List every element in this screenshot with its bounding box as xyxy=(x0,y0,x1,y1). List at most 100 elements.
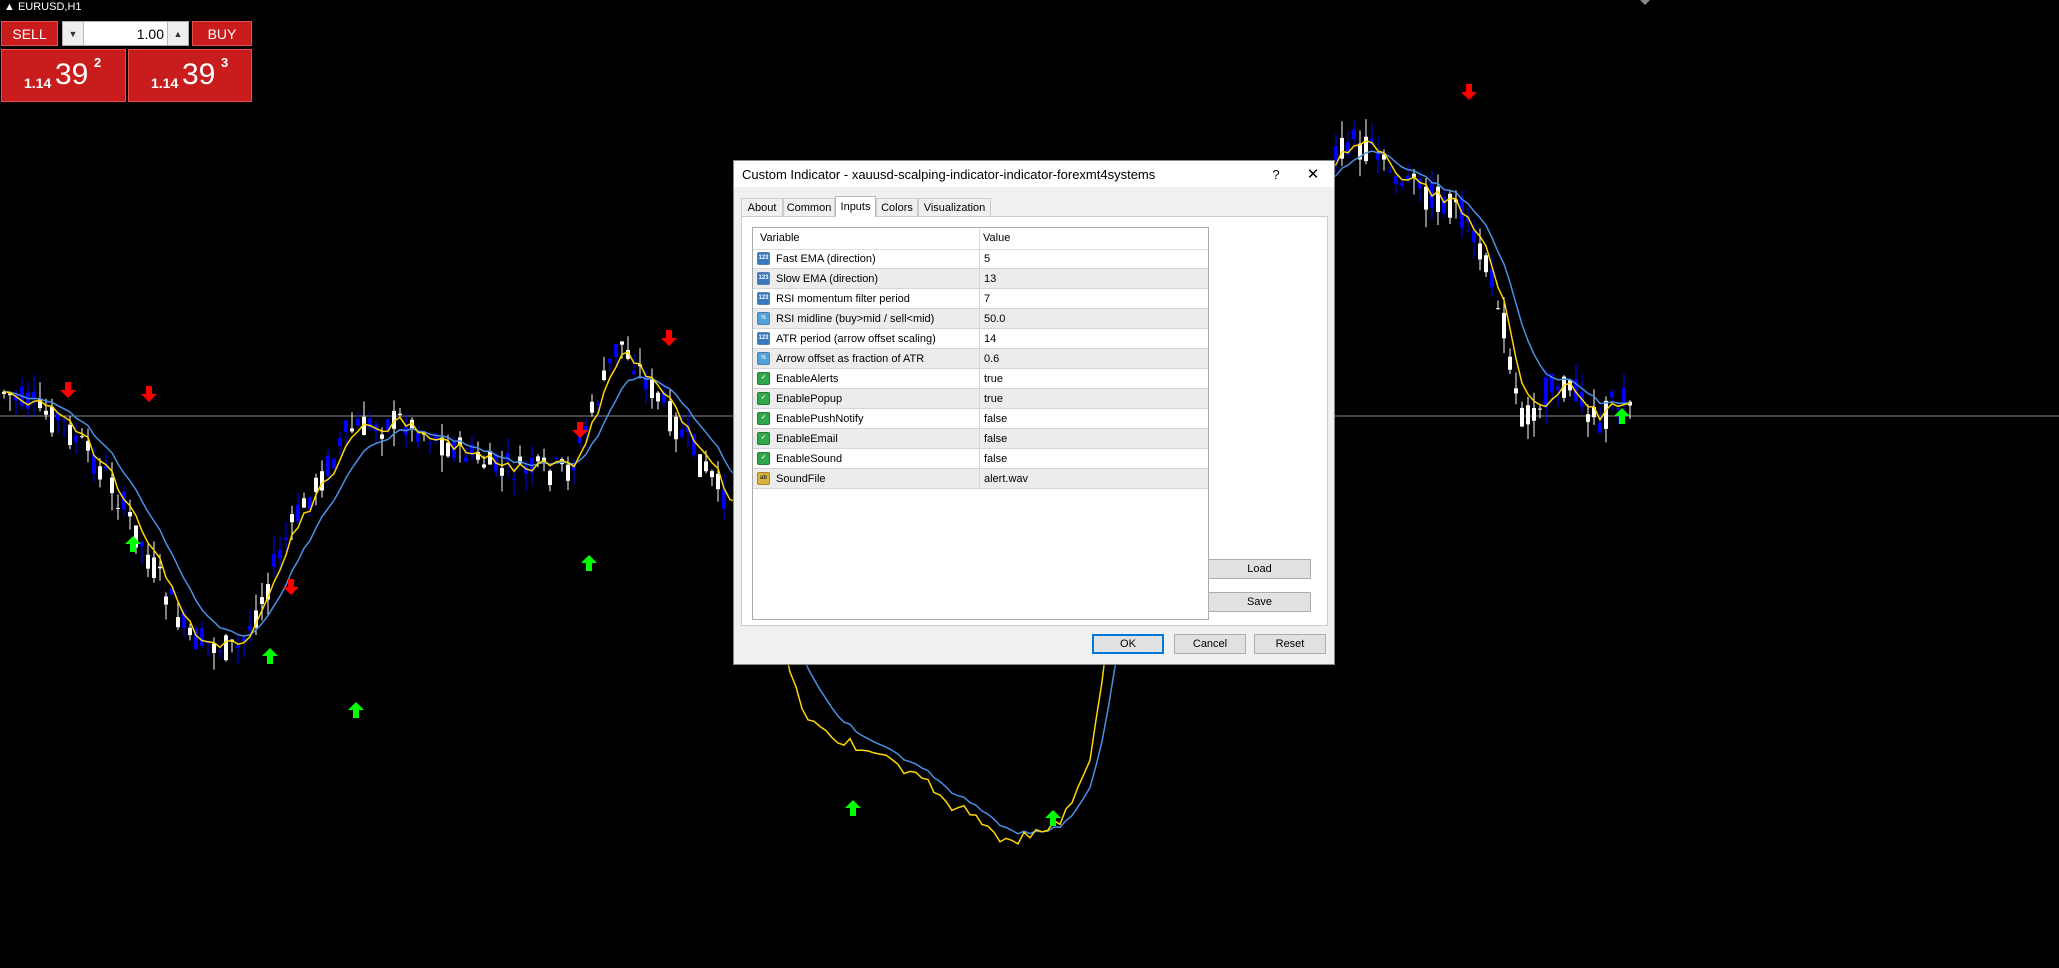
tab-common[interactable]: Common xyxy=(783,198,835,216)
tab-inputs[interactable]: Inputs xyxy=(835,196,876,217)
candle-body xyxy=(176,617,180,628)
parameter-value[interactable]: 50.0 xyxy=(984,313,1005,325)
cell-divider xyxy=(979,429,980,448)
candle-body xyxy=(596,403,600,406)
table-row[interactable]: ✓ EnableSound false xyxy=(753,449,1208,469)
table-row[interactable]: ✓ EnablePushNotify false xyxy=(753,409,1208,429)
parameter-value[interactable]: false xyxy=(984,433,1007,445)
ok-button[interactable]: OK xyxy=(1092,634,1164,654)
buy-button[interactable]: BUY xyxy=(192,21,252,46)
candle-body xyxy=(1532,408,1536,421)
candle-body xyxy=(1496,308,1500,310)
candle-body xyxy=(302,498,306,508)
cell-divider xyxy=(979,349,980,368)
table-row[interactable]: 123 Fast EMA (direction) 5 xyxy=(753,249,1208,269)
parameter-value[interactable]: 0.6 xyxy=(984,353,999,365)
candle-body xyxy=(218,650,222,653)
table-row[interactable]: ½ Arrow offset as fraction of ATR 0.6 xyxy=(753,349,1208,369)
bool-param-icon: ✓ xyxy=(757,452,770,465)
parameter-name: EnableAlerts xyxy=(776,373,839,385)
custom-indicator-dialog: Custom Indicator - xauusd-scalping-indic… xyxy=(733,160,1335,665)
candle-body xyxy=(482,464,486,468)
help-button[interactable]: ? xyxy=(1266,164,1286,184)
buy-price-button[interactable]: 1.14 39 3 xyxy=(128,49,252,102)
save-button[interactable]: Save xyxy=(1208,592,1311,612)
table-row[interactable]: ab SoundFile alert.wav xyxy=(753,469,1208,489)
candle-body xyxy=(1514,388,1518,394)
cell-divider xyxy=(979,329,980,348)
candle-body xyxy=(272,553,276,567)
table-row[interactable]: ½ RSI midline (buy>mid / sell<mid) 50.0 xyxy=(753,309,1208,329)
candle-body xyxy=(116,507,120,509)
column-header-variable[interactable]: Variable xyxy=(760,232,800,244)
candle-body xyxy=(602,370,606,381)
parameter-name: RSI midline (buy>mid / sell<mid) xyxy=(776,313,935,325)
tab-about[interactable]: About xyxy=(741,198,783,216)
double-param-icon: ½ xyxy=(757,312,770,325)
table-row[interactable]: ✓ EnablePopup true xyxy=(753,389,1208,409)
tab-visualization[interactable]: Visualization xyxy=(918,198,991,216)
sell-price-pips: 39 xyxy=(55,58,89,91)
candle-body xyxy=(1544,377,1548,408)
buy-signal-arrow-icon xyxy=(581,555,597,571)
candle-body xyxy=(1472,230,1476,242)
tab-colors[interactable]: Colors xyxy=(876,198,918,216)
candle-body xyxy=(1610,391,1614,397)
parameter-value[interactable]: false xyxy=(984,453,1007,465)
parameter-value[interactable]: false xyxy=(984,413,1007,425)
dialog-titlebar[interactable]: Custom Indicator - xauusd-scalping-indic… xyxy=(734,161,1334,187)
candle-body xyxy=(698,454,702,477)
chart-marker-icon xyxy=(1640,0,1650,5)
cancel-button[interactable]: Cancel xyxy=(1174,634,1246,654)
table-row[interactable]: 123 ATR period (arrow offset scaling) 14 xyxy=(753,329,1208,349)
parameter-value[interactable]: 14 xyxy=(984,333,996,345)
candle-body xyxy=(158,566,162,569)
lot-size-stepper[interactable]: ▼ ▲ xyxy=(62,21,189,46)
load-button[interactable]: Load xyxy=(1208,559,1311,579)
candle-body xyxy=(1388,170,1392,173)
parameter-value[interactable]: 5 xyxy=(984,253,990,265)
cell-divider xyxy=(979,449,980,468)
parameter-name: Fast EMA (direction) xyxy=(776,253,876,265)
parameter-name: Arrow offset as fraction of ATR xyxy=(776,353,925,365)
candle-body xyxy=(632,371,636,375)
int-param-icon: 123 xyxy=(757,292,770,305)
column-header-value[interactable]: Value xyxy=(983,232,1010,244)
table-row[interactable]: ✓ EnableAlerts true xyxy=(753,369,1208,389)
candle-body xyxy=(32,391,36,398)
candle-body xyxy=(428,443,432,445)
table-header: Variable Value xyxy=(753,228,1208,250)
close-icon[interactable]: ✕ xyxy=(1302,164,1324,184)
parameter-value[interactable]: true xyxy=(984,393,1003,405)
parameter-value[interactable]: 7 xyxy=(984,293,990,305)
parameter-value[interactable]: 13 xyxy=(984,273,996,285)
parameter-value[interactable]: alert.wav xyxy=(984,473,1028,485)
sell-price-button[interactable]: 1.14 39 2 xyxy=(1,49,126,102)
candle-body xyxy=(212,643,216,653)
candle-body xyxy=(284,537,288,540)
candle-body xyxy=(1616,408,1620,410)
parameter-name: EnablePopup xyxy=(776,393,843,405)
sell-signal-arrow-icon xyxy=(141,386,157,402)
parameter-value[interactable]: true xyxy=(984,373,1003,385)
candle-body xyxy=(236,645,240,648)
reset-button[interactable]: Reset xyxy=(1254,634,1326,654)
candle-body xyxy=(416,432,420,442)
candle-body xyxy=(110,477,114,494)
candle-body xyxy=(1622,387,1626,403)
double-param-icon: ½ xyxy=(757,352,770,365)
collapse-triangle-icon[interactable]: ▲ xyxy=(4,1,15,13)
table-row[interactable]: 123 RSI momentum filter period 7 xyxy=(753,289,1208,309)
table-row[interactable]: 123 Slow EMA (direction) 13 xyxy=(753,269,1208,289)
sell-button[interactable]: SELL xyxy=(1,21,58,46)
buy-price-prefix: 1.14 xyxy=(151,75,179,91)
column-divider[interactable] xyxy=(979,228,980,249)
lot-size-input[interactable] xyxy=(85,24,166,43)
candle-body xyxy=(1508,356,1512,370)
lot-decrease-button[interactable]: ▼ xyxy=(63,22,84,45)
buy-price-pips: 39 xyxy=(182,58,216,91)
table-row[interactable]: ✓ EnableEmail false xyxy=(753,429,1208,449)
inputs-panel: Variable Value 123 Fast EMA (direction) 5 1… xyxy=(741,216,1328,626)
sell-signal-arrow-icon xyxy=(283,579,299,595)
lot-increase-button[interactable]: ▲ xyxy=(167,22,188,45)
